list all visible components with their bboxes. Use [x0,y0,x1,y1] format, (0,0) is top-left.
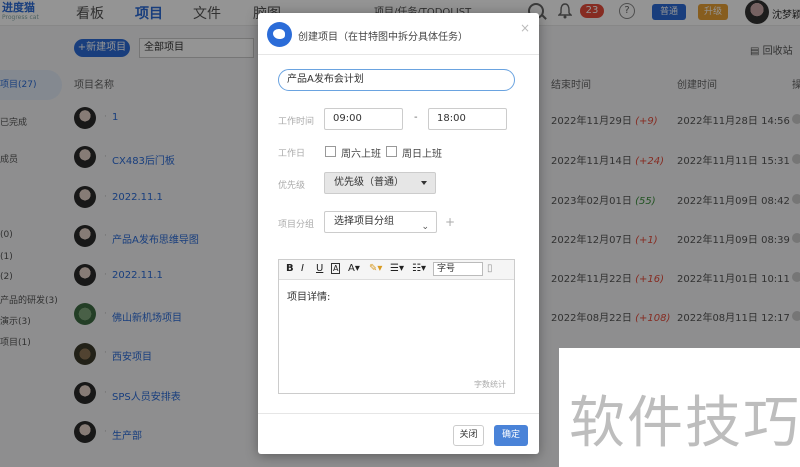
time-separator: - [414,112,418,123]
word-count: 字数统计 [474,380,506,389]
caret-down-icon [421,181,427,185]
close-button[interactable]: 关闭 [453,425,484,446]
priority-dropdown[interactable]: 优先级（普通） [324,172,436,194]
priority-value: 优先级（普通） [334,177,404,188]
highlight-icon[interactable]: A [331,263,341,274]
font-size-select[interactable]: 字号 [433,262,483,276]
project-name-input[interactable]: 产品A发布会计划 [278,69,515,91]
rich-text-editor[interactable]: B I U A A▾ ✎▾ ☰▾ ☷▾ 字号 ▯ 项目详情: 字数统计 [278,259,515,394]
add-group-icon[interactable]: + [445,215,455,229]
group-label: 项目分组 [278,220,315,230]
bold-button[interactable]: B [286,263,294,274]
dialog-title: 创建项目（在甘特图中拆分具体任务） [298,32,468,43]
font-color-label: A [348,263,355,274]
editor-content[interactable]: 项目详情: [287,288,330,303]
work-time-label: 工作时间 [278,117,315,127]
document-icon[interactable]: ▯ [487,263,493,274]
brush-icon[interactable]: ✎▾ [369,263,382,274]
saturday-label[interactable]: 周六上班 [341,145,381,160]
close-icon[interactable]: × [520,21,530,35]
watermark-text: 软件技巧 [569,391,800,456]
ordered-list-icon[interactable]: ☰▾ [390,263,404,274]
chevron-down-icon: ⌄ [421,222,429,232]
dialog-footer: 关闭 确定 [258,413,539,454]
sunday-label[interactable]: 周日上班 [402,145,442,160]
underline-button[interactable]: U [316,263,323,274]
project-group-select[interactable]: 选择项目分组 ⌄ [324,211,437,233]
watermark: 软件技巧 [559,348,800,467]
create-project-dialog: 创建项目（在甘特图中拆分具体任务） × 产品A发布会计划 工作时间 09:00 … [258,13,539,454]
priority-label: 优先级 [278,181,306,191]
font-color-button[interactable]: A▾ [348,263,360,274]
group-value: 选择项目分组 [334,216,394,227]
dialog-header: 创建项目（在甘特图中拆分具体任务） × [258,13,539,55]
editor-toolbar: B I U A A▾ ✎▾ ☰▾ ☷▾ 字号 ▯ [279,260,514,280]
confirm-button[interactable]: 确定 [494,425,528,446]
saturday-checkbox[interactable] [325,146,336,157]
sunday-checkbox[interactable] [386,146,397,157]
app-logo-icon [267,22,292,47]
font-size-label: 字号 [437,264,456,274]
bullet-list-icon[interactable]: ☷▾ [412,263,426,274]
start-time-input[interactable]: 09:00 [324,108,403,130]
end-time-input[interactable]: 18:00 [428,108,507,130]
workday-label: 工作日 [278,149,306,159]
italic-button[interactable]: I [301,263,304,274]
